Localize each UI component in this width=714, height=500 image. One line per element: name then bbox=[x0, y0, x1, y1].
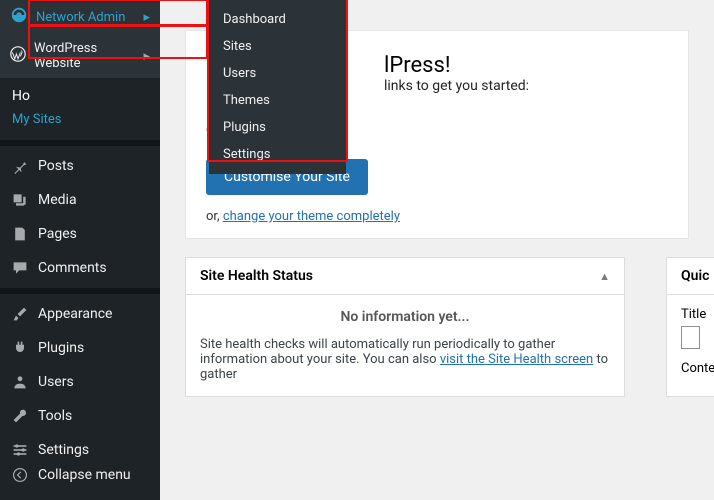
sidebar-item-comments[interactable]: Comments bbox=[0, 251, 160, 285]
plug-icon bbox=[10, 340, 30, 356]
menu-label: Users bbox=[38, 374, 74, 390]
sidebar-item-pages[interactable]: Pages bbox=[0, 217, 160, 251]
welcome-title: lPress! bbox=[384, 53, 668, 78]
page-icon bbox=[10, 226, 30, 242]
collapse-menu-button[interactable]: Collapse menu bbox=[0, 458, 141, 492]
no-info-text: No information yet... bbox=[200, 309, 610, 325]
flyout-dashboard[interactable]: Dashboard bbox=[209, 6, 346, 33]
site-health-box: Site Health Status ▲ No information yet.… bbox=[185, 257, 625, 397]
site-name-label: WordPress Website bbox=[34, 41, 143, 71]
change-theme-link[interactable]: change your theme completely bbox=[223, 209, 400, 224]
content-label: Conte bbox=[681, 361, 700, 376]
network-admin-flyout: Dashboard Sites Users Themes Plugins Set… bbox=[209, 0, 346, 174]
pin-icon bbox=[10, 158, 30, 174]
sidebar-item-media[interactable]: Media bbox=[0, 183, 160, 217]
submenu-arrow-icon: ▸ bbox=[143, 10, 150, 25]
wordpress-icon bbox=[10, 46, 26, 66]
wrench-icon bbox=[10, 408, 30, 424]
health-description: Site health checks will automatically ru… bbox=[200, 337, 610, 382]
comment-icon bbox=[10, 260, 30, 276]
site-health-link[interactable]: visit the Site Health screen bbox=[440, 352, 593, 367]
menu-label: Media bbox=[38, 192, 77, 208]
menu-label: Appearance bbox=[38, 306, 112, 322]
box-title: Quic bbox=[681, 268, 709, 284]
brush-icon bbox=[10, 306, 30, 322]
separator bbox=[0, 140, 160, 146]
title-label: Title bbox=[681, 307, 700, 322]
flyout-sites[interactable]: Sites bbox=[209, 33, 346, 60]
sidebar-item-posts[interactable]: Posts bbox=[0, 149, 160, 183]
flyout-settings[interactable]: Settings bbox=[209, 141, 346, 168]
flyout-themes[interactable]: Themes bbox=[209, 87, 346, 114]
flyout-users[interactable]: Users bbox=[209, 60, 346, 87]
sidebar-item-tools[interactable]: Tools bbox=[0, 399, 160, 433]
menu-label: Tools bbox=[38, 408, 72, 424]
user-icon bbox=[10, 374, 30, 390]
submenu-arrow-icon: ▸ bbox=[143, 49, 150, 64]
flyout-plugins[interactable]: Plugins bbox=[209, 114, 346, 141]
quick-draft-box: Quic Title Conte bbox=[666, 257, 714, 397]
or-text: or, change your theme completely bbox=[206, 209, 668, 224]
collapse-icon bbox=[10, 467, 30, 483]
sidebar-item-users[interactable]: Users bbox=[0, 365, 160, 399]
quick-title-input[interactable] bbox=[681, 326, 700, 349]
menu-label: Plugins bbox=[38, 340, 84, 356]
menu-label: Settings bbox=[38, 442, 89, 458]
dashboard-home[interactable]: Ho bbox=[0, 78, 160, 108]
network-admin-menu[interactable]: Network Admin ▸ bbox=[0, 0, 160, 34]
box-title: Site Health Status bbox=[200, 268, 313, 284]
sidebar-item-plugins[interactable]: Plugins bbox=[0, 331, 160, 365]
welcome-subtitle: links to get you started: bbox=[384, 78, 668, 94]
settings-icon bbox=[10, 442, 30, 458]
site-switcher[interactable]: WordPress Website ▸ bbox=[0, 34, 160, 78]
menu-label: Pages bbox=[38, 226, 77, 242]
separator bbox=[0, 288, 160, 294]
quick-draft-header[interactable]: Quic bbox=[667, 258, 714, 295]
site-health-header[interactable]: Site Health Status ▲ bbox=[186, 258, 624, 295]
media-icon bbox=[10, 192, 30, 208]
network-admin-label: Network Admin bbox=[36, 10, 125, 25]
menu-label: Posts bbox=[38, 158, 74, 174]
sidebar-item-appearance[interactable]: Appearance bbox=[0, 297, 160, 331]
menu-label: Comments bbox=[38, 260, 107, 276]
my-sites-link[interactable]: My Sites bbox=[0, 108, 160, 137]
toggle-icon[interactable]: ▲ bbox=[599, 270, 610, 283]
dashboard-icon bbox=[10, 6, 28, 28]
collapse-label: Collapse menu bbox=[38, 467, 131, 483]
